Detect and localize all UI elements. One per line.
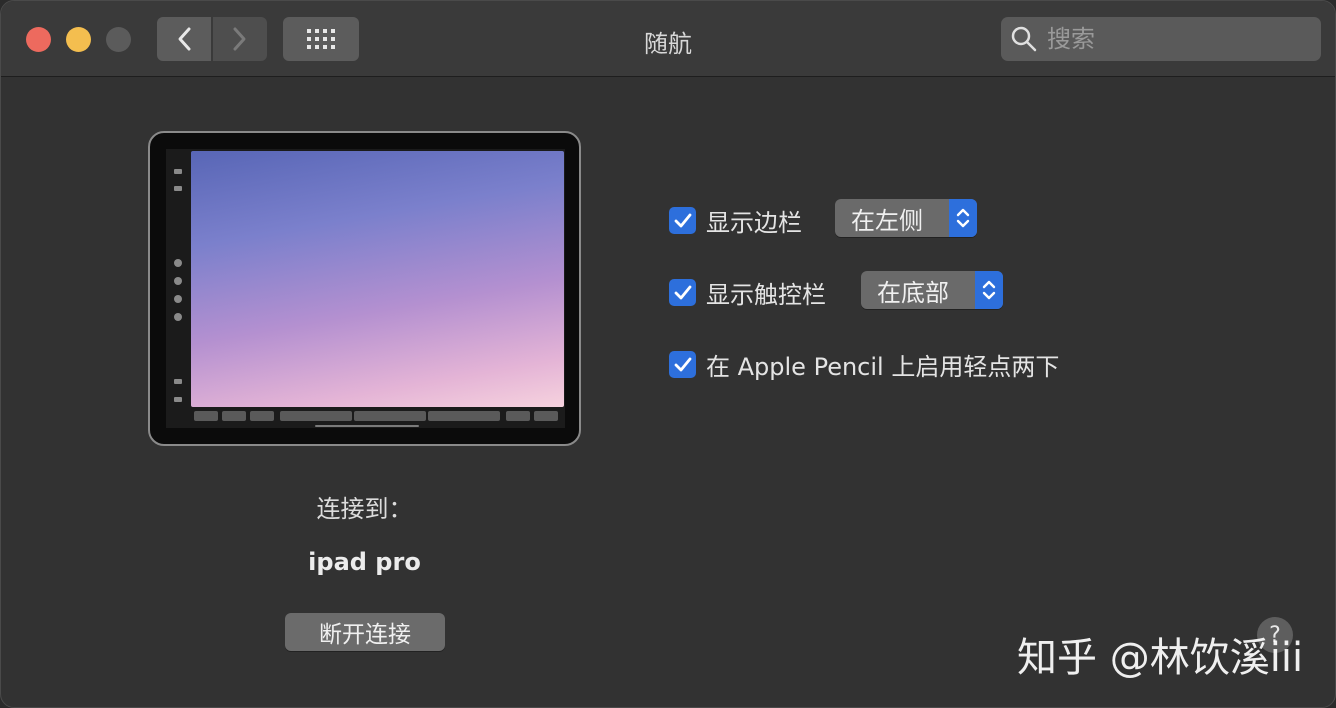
pencil-double-tap-label: 在 Apple Pencil 上启用轻点两下 — [706, 353, 1060, 381]
connect-label: 连接到： — [316, 495, 413, 523]
touchbar-key — [280, 411, 352, 421]
show-touchbar-label: 显示触控栏 — [706, 281, 826, 309]
touchbar-key — [428, 411, 500, 421]
sidebar-dot — [174, 295, 182, 303]
sidebar-dot — [174, 259, 182, 267]
show-sidebar-label: 显示边栏 — [706, 209, 802, 237]
device-name: ipad pro — [308, 548, 421, 576]
wallpaper — [191, 151, 564, 407]
disconnect-button[interactable]: 断开连接 — [285, 613, 445, 651]
option-show-touchbar: 显示触控栏 — [669, 275, 826, 310]
updown-arrows-icon — [949, 199, 977, 237]
show-sidebar-checkbox[interactable] — [669, 207, 696, 234]
sidebar-dot — [174, 313, 182, 321]
pencil-double-tap-checkbox[interactable] — [669, 351, 696, 378]
checkmark-icon — [674, 285, 691, 299]
touchbar-key — [194, 411, 218, 421]
touchbar-key — [506, 411, 530, 421]
show-touchbar-checkbox[interactable] — [669, 279, 696, 306]
option-pencil-double-tap: 在 Apple Pencil 上启用轻点两下 — [669, 347, 1059, 382]
search-icon — [1011, 26, 1037, 52]
search-input[interactable] — [1045, 24, 1309, 54]
sidebar-key — [174, 169, 182, 174]
sidebar-dot — [174, 277, 182, 285]
touchbar-position-value: 在底部 — [877, 278, 949, 307]
touchbar-key — [354, 411, 426, 421]
touchbar-key — [222, 411, 246, 421]
home-indicator — [315, 425, 419, 427]
sidebar-key — [174, 186, 182, 191]
checkmark-icon — [674, 213, 691, 227]
sidebar-key — [174, 379, 182, 384]
ipad-preview — [148, 131, 581, 446]
touchbar-key — [534, 411, 558, 421]
touchbar-key — [250, 411, 274, 421]
titlebar: 随航 — [1, 1, 1335, 77]
option-show-sidebar: 显示边栏 — [669, 203, 802, 238]
touchbar-position-popup[interactable]: 在底部 — [861, 271, 1003, 309]
ipad-screen — [166, 149, 565, 428]
sidebar-key — [174, 397, 182, 402]
updown-arrows-icon — [975, 271, 1003, 309]
preferences-window: 随航 搜索 连接到： ipad pro 断开连接 显示边栏 在左侧 显示触控栏 … — [0, 0, 1336, 708]
sidebar-position-popup[interactable]: 在左侧 — [835, 199, 977, 237]
watermark: 知乎 @林饮溪iii — [1017, 635, 1304, 681]
sidebar-preview — [172, 149, 184, 409]
checkmark-icon — [674, 357, 691, 371]
search-field[interactable] — [1001, 17, 1321, 61]
sidebar-position-value: 在左侧 — [851, 206, 923, 235]
